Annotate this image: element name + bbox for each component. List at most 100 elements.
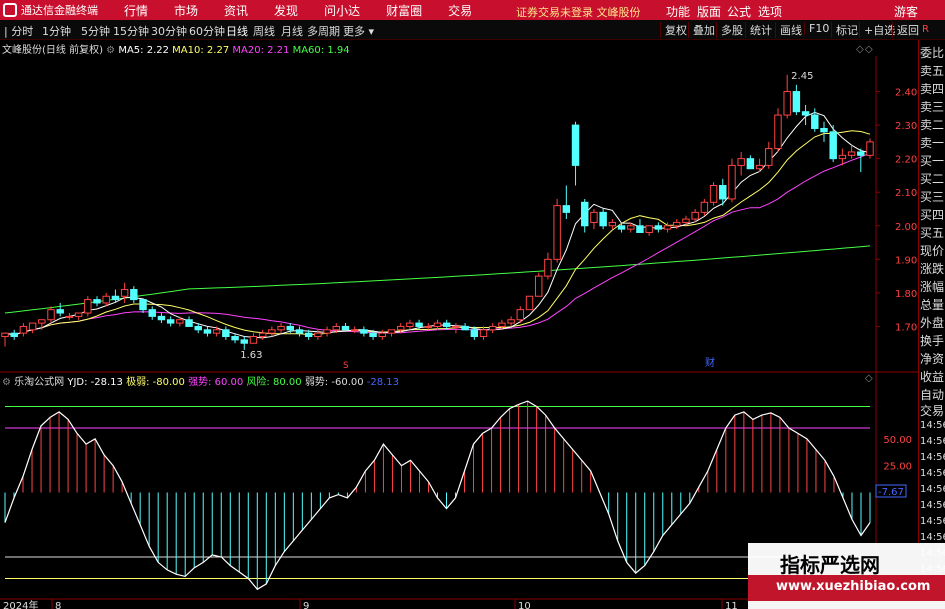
sidebar-item[interactable]: 买一 bbox=[920, 152, 944, 169]
period-1min[interactable]: 1分钟 bbox=[42, 23, 71, 39]
sidebar-item[interactable]: 买四 bbox=[920, 206, 944, 223]
candle-body bbox=[746, 158, 755, 170]
candle-body bbox=[581, 201, 589, 227]
sidebar-lower-item[interactable]: 交易 bbox=[920, 402, 944, 419]
menu-gongneng[interactable]: 功能 bbox=[666, 3, 690, 20]
candle-body bbox=[102, 295, 110, 304]
period-multi[interactable]: 多周期 bbox=[307, 23, 340, 39]
candle-body bbox=[47, 309, 55, 321]
sidebar-item[interactable]: 现价 bbox=[920, 242, 944, 259]
candle-body bbox=[829, 131, 837, 160]
candle-body bbox=[203, 329, 212, 334]
period-daily[interactable]: 日线 bbox=[226, 23, 248, 39]
candle-body bbox=[663, 225, 672, 230]
sidebar-item[interactable]: 卖三 bbox=[920, 98, 944, 115]
btn-duogu[interactable]: 多股 bbox=[716, 22, 747, 38]
candle-body bbox=[553, 205, 561, 260]
title-bar: 通达信金融终端 行情 市场 资讯 发现 问小达 财富圈 交易 证券交易未登录 文… bbox=[0, 0, 945, 20]
period-15min[interactable]: 15分钟 bbox=[113, 23, 149, 39]
btn-fuquan[interactable]: 复权 bbox=[660, 22, 691, 38]
period-more[interactable]: 更多 ▾ bbox=[343, 23, 374, 39]
fengxian-value: 风险: 80.00 bbox=[246, 377, 302, 388]
btn-huaxian[interactable]: 画线 bbox=[775, 22, 806, 38]
period-60min[interactable]: 60分钟 bbox=[189, 23, 225, 39]
watermark-banner: 指标严选网 www.xuezhibiao.com bbox=[748, 543, 945, 609]
sidebar-item[interactable]: 收益 bbox=[920, 368, 944, 385]
sidebar-time: 14:56 bbox=[920, 532, 945, 543]
date-month-label: 9 bbox=[303, 601, 309, 609]
candle-body bbox=[811, 114, 819, 129]
candle-body bbox=[424, 325, 433, 328]
menu-xuanxiang[interactable]: 选项 bbox=[758, 3, 782, 20]
candle-body bbox=[295, 329, 304, 334]
btn-diejia[interactable]: 叠加 bbox=[688, 22, 719, 38]
sidebar-item[interactable]: 换手 bbox=[920, 332, 944, 349]
menu-caifuquan[interactable]: 财富圈 bbox=[386, 2, 422, 19]
price-tick-label: 2.20 bbox=[895, 155, 917, 166]
sidebar-item[interactable]: 涨跌 bbox=[920, 260, 944, 277]
menu-zixun[interactable]: 资讯 bbox=[224, 2, 248, 19]
candle-body bbox=[847, 151, 856, 156]
sidebar-item[interactable]: 委比 bbox=[920, 44, 944, 61]
period-monthly[interactable]: 月线 bbox=[281, 23, 303, 39]
candle-body bbox=[737, 158, 745, 166]
kline-chart[interactable]: 2.40 2.30 2.20 2.10 2.00 1.90 1.80 1.70 2.45 1.63… bbox=[0, 40, 918, 609]
candle-body bbox=[378, 332, 387, 338]
sidebar-time: 14:56 bbox=[920, 452, 945, 463]
menu-gongshi[interactable]: 公式 bbox=[727, 3, 751, 20]
sidebar-lower-item[interactable]: 自动 bbox=[920, 386, 944, 403]
candle-body bbox=[341, 325, 350, 331]
indicator-tick-label: 25.00 bbox=[883, 462, 912, 473]
sidebar-item[interactable]: 涨幅 bbox=[920, 278, 944, 295]
price-tick-label: 2.40 bbox=[895, 88, 917, 99]
sidebar-item[interactable]: 净资 bbox=[920, 350, 944, 367]
sidebar-item[interactable]: 卖四 bbox=[920, 80, 944, 97]
candle-body bbox=[387, 329, 396, 334]
sidebar-item[interactable]: 总量 bbox=[920, 296, 944, 313]
menu-banmian[interactable]: 版面 bbox=[697, 3, 721, 20]
s-marker: S bbox=[343, 361, 349, 371]
menu-wenxiaoda[interactable]: 问小达 bbox=[324, 2, 360, 19]
sidebar-item[interactable]: 卖一 bbox=[920, 134, 944, 151]
candle-body bbox=[709, 185, 718, 203]
candle-body bbox=[396, 325, 405, 331]
menu-jiaoyi[interactable]: 交易 bbox=[448, 2, 472, 19]
sidebar-item[interactable]: 卖五 bbox=[920, 62, 944, 79]
sidebar-item[interactable]: 买二 bbox=[920, 170, 944, 187]
candle-body bbox=[323, 329, 331, 334]
btn-fanhui[interactable]: 返回 bbox=[892, 22, 923, 38]
ruoshi-value: 弱势: -60.00 bbox=[304, 377, 364, 388]
period-weekly[interactable]: 周线 bbox=[253, 23, 275, 39]
app-name: 通达信金融终端 bbox=[21, 4, 98, 17]
menu-faxian[interactable]: 发现 bbox=[274, 2, 298, 19]
candle-body bbox=[608, 221, 617, 227]
sidebar-item[interactable]: 外盘 bbox=[920, 314, 944, 331]
btn-f10[interactable]: F10 bbox=[804, 22, 833, 35]
diamond-icon: ◇ bbox=[865, 44, 873, 55]
high-annotation: 2.45 bbox=[791, 71, 813, 82]
sidebar-item[interactable]: 买五 bbox=[920, 224, 944, 241]
btn-biaoji[interactable]: 标记 bbox=[831, 22, 862, 38]
watermark-title: 指标严选网 bbox=[780, 553, 880, 577]
candle-body bbox=[166, 319, 175, 324]
price-tick-label: 1.90 bbox=[895, 255, 917, 266]
guest-label[interactable]: 游客 bbox=[894, 3, 918, 20]
candle-body bbox=[332, 325, 340, 331]
r-badge[interactable]: R bbox=[922, 24, 929, 35]
period-30min[interactable]: 30分钟 bbox=[151, 23, 187, 39]
sidebar-item[interactable]: 卖二 bbox=[920, 116, 944, 133]
candle-body bbox=[719, 185, 727, 200]
ma60-line bbox=[4, 245, 871, 314]
period-5min[interactable]: 5分钟 bbox=[81, 23, 110, 39]
period-fenshi[interactable]: | 分时 bbox=[4, 23, 33, 39]
sidebar-item[interactable]: 买三 bbox=[920, 188, 944, 205]
menu-shichang[interactable]: 市场 bbox=[174, 2, 198, 19]
candle-body bbox=[130, 289, 138, 301]
candle-body bbox=[268, 329, 276, 334]
menu-hangqing[interactable]: 行情 bbox=[124, 2, 148, 19]
trade-login-warning[interactable]: 证券交易未登录 文峰股份 bbox=[516, 4, 641, 20]
settings-icon[interactable]: ⚙ bbox=[106, 45, 118, 56]
candle-body bbox=[590, 211, 598, 223]
indicator-settings-icon[interactable]: ⚙ bbox=[2, 377, 14, 388]
btn-tongji[interactable]: 统计 bbox=[745, 22, 776, 38]
